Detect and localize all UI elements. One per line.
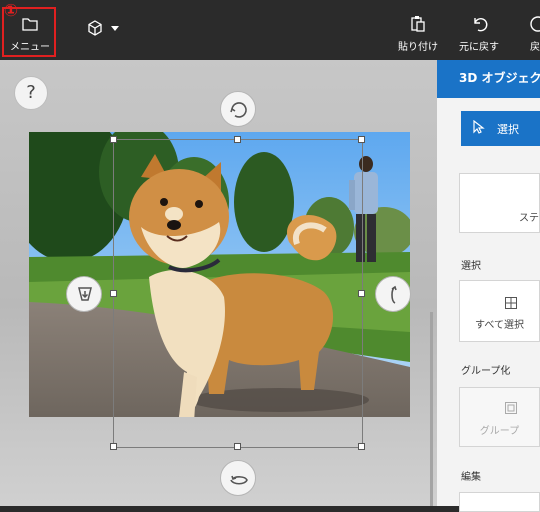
resize-handle-top[interactable] (234, 136, 241, 143)
3d-shapes-button[interactable] (80, 0, 120, 60)
cube-icon (88, 20, 103, 36)
select-all-icon (505, 297, 517, 309)
top-toolbar: メニュー ① 貼り付け 元に戻す 戻 (0, 0, 540, 60)
undo-label: 元に戻す (459, 42, 499, 53)
rotate-side-button[interactable] (375, 276, 411, 312)
resize-handle-left[interactable] (110, 290, 117, 297)
group-button[interactable]: グループ (459, 387, 540, 447)
resize-handle-bottom-left[interactable] (110, 443, 117, 450)
select-all-button[interactable]: すべて選択 (459, 280, 540, 342)
undo-button[interactable]: 元に戻す (456, 0, 502, 60)
section-edit-heading: 編集 (461, 472, 481, 483)
select-all-label: すべて選択 (475, 320, 524, 331)
resize-handle-bottom[interactable] (234, 443, 241, 450)
rotate-x-button[interactable] (220, 460, 256, 496)
rotate-y-button[interactable] (66, 276, 102, 312)
resize-handle-bottom-right[interactable] (358, 443, 365, 450)
selection-frame[interactable] (113, 139, 363, 448)
chevron-down-icon (110, 26, 119, 31)
group-label: グループ (479, 426, 520, 437)
undo-icon (474, 17, 488, 32)
edit-card[interactable] (459, 492, 540, 512)
sticker-card[interactable]: ステ (459, 173, 540, 233)
cursor-icon (473, 120, 485, 134)
section-select-heading: 選択 (461, 261, 481, 272)
paste-icon (411, 16, 425, 32)
select-tool-button[interactable]: 選択 (461, 111, 540, 146)
redo-button[interactable]: 戻 (520, 0, 540, 60)
annotation-number: ① (3, 1, 19, 21)
rotate-z-button[interactable] (220, 91, 256, 127)
help-button[interactable]: ? (14, 76, 48, 110)
select-tool-label: 選択 (497, 123, 519, 136)
paste-label: 貼り付け (398, 42, 438, 53)
resize-handle-right[interactable] (358, 290, 365, 297)
sticker-label: ステ (519, 213, 539, 224)
paste-button[interactable]: 貼り付け (396, 0, 440, 60)
canvas-area[interactable]: ? (0, 60, 437, 506)
vertical-scrollbar[interactable] (430, 312, 433, 506)
rotate-z-icon (230, 102, 247, 118)
redo-icon (530, 16, 540, 32)
redo-label: 戻 (530, 42, 540, 53)
resize-handle-top-left[interactable] (110, 136, 117, 143)
resize-handle-top-right[interactable] (358, 136, 365, 143)
panel-title: 3D オブジェクト (437, 60, 540, 98)
group-icon (505, 402, 517, 414)
rotate-y-icon (391, 285, 397, 304)
section-group-heading: グループ化 (461, 366, 511, 377)
help-icon: ? (26, 82, 36, 103)
side-panel: 3D オブジェクト 選択 ステ 選択 すべて選択 グループ化 グループ 編集 (437, 60, 540, 512)
rotate-x-icon (78, 287, 92, 301)
rotate-x-back-icon (230, 475, 248, 485)
